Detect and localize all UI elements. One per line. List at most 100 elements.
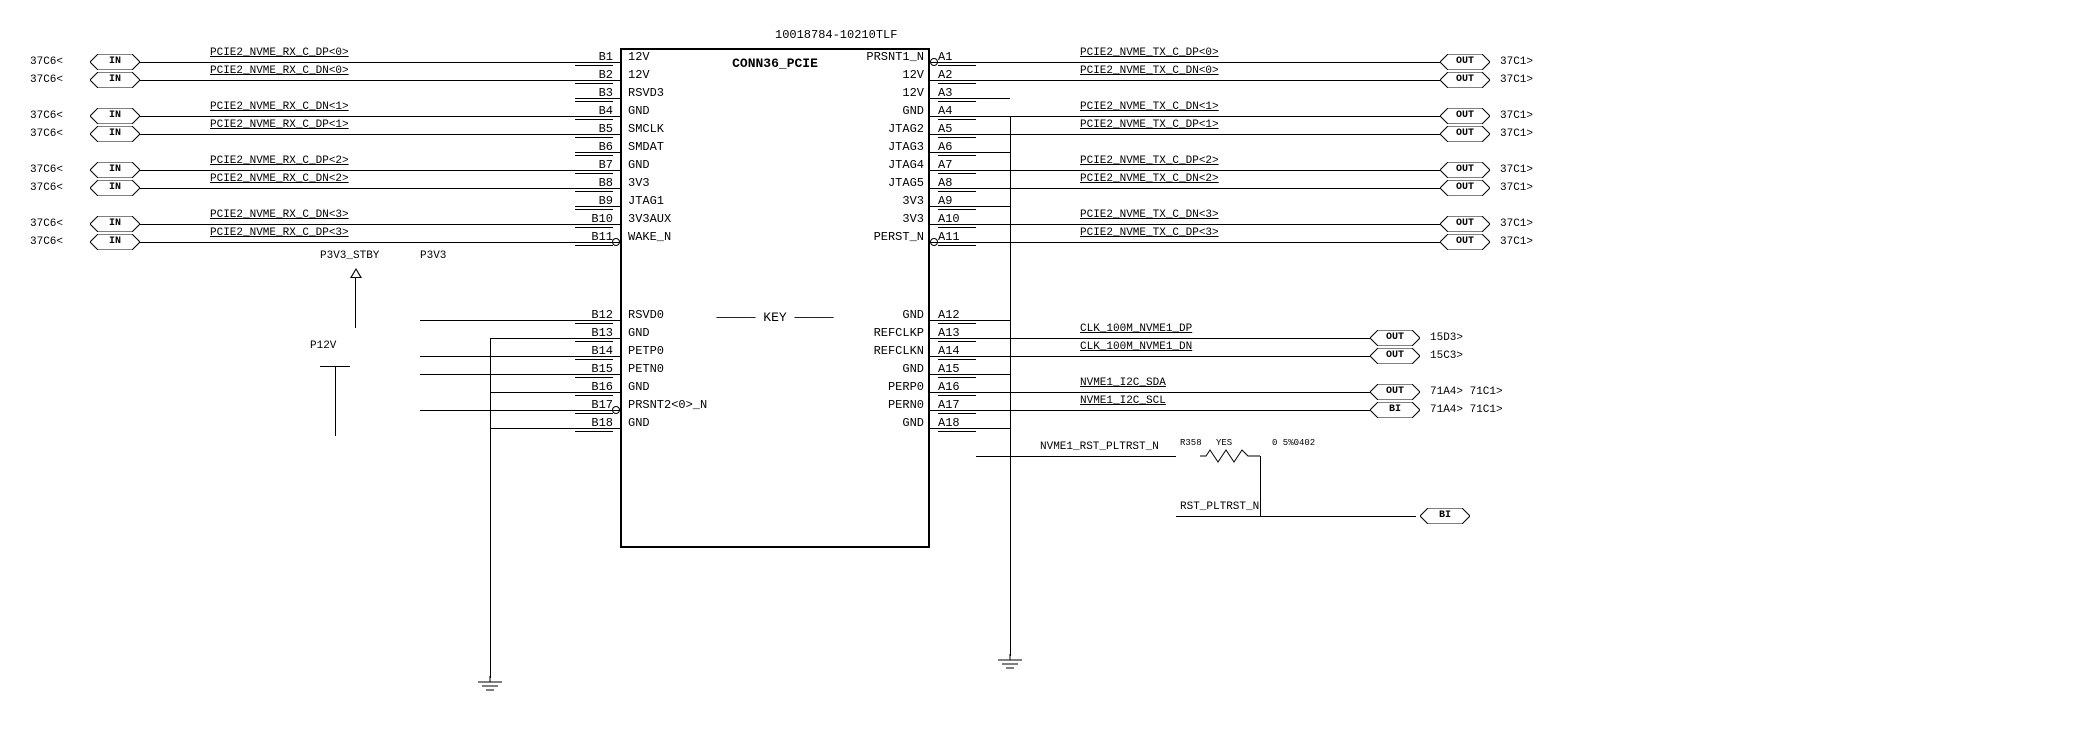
- wire: [976, 428, 1010, 429]
- pin-num-B1: B1: [575, 48, 613, 66]
- gnd-icon: [478, 676, 502, 700]
- wire: [930, 392, 976, 393]
- pin-num-B8: B8: [575, 174, 613, 192]
- wire: [355, 278, 356, 328]
- pin-name-B9: JTAG1: [628, 192, 664, 210]
- pin-name-A9: 3V3: [902, 192, 924, 210]
- pin-num-B7: B7: [575, 156, 613, 174]
- port-out: OUT: [1440, 180, 1490, 196]
- pin-name-A2: 12V: [902, 66, 924, 84]
- page-ref: 71A4> 71C1>: [1430, 402, 1520, 418]
- page-ref: 37C6<: [30, 162, 63, 178]
- pin-num-B17: B17: [575, 396, 613, 414]
- net-label: RST_PLTRST_N: [1180, 501, 1259, 711]
- port-in: IN: [90, 54, 140, 70]
- wire: [575, 98, 620, 99]
- wire: [575, 428, 620, 429]
- wire: [575, 116, 620, 117]
- page-ref: 37C6<: [30, 126, 63, 142]
- pin-name-B10: 3V3AUX: [628, 210, 671, 228]
- wire: [976, 320, 1010, 321]
- page-ref: 37C1>: [1500, 126, 1590, 142]
- wire: [976, 224, 1010, 225]
- page-ref: 37C6<: [30, 72, 63, 88]
- pin-name-A6: JTAG3: [888, 138, 924, 156]
- port-out: OUT: [1440, 162, 1490, 178]
- wire: [930, 134, 976, 135]
- port-bi: BI: [1420, 508, 1470, 524]
- port-out: OUT: [1440, 72, 1490, 88]
- wire: [930, 224, 976, 225]
- wire: [575, 134, 620, 135]
- net-label: NVME1_RST_PLTRST_N: [1040, 441, 1159, 711]
- port-out: OUT: [1440, 126, 1490, 142]
- page-ref: 37C1>: [1500, 180, 1590, 196]
- wire: [575, 242, 620, 243]
- pin-num-A11: A11: [938, 228, 976, 246]
- pin-name-A15: GND: [902, 360, 924, 378]
- port-in: IN: [90, 126, 140, 142]
- power-arrow-icon: [350, 268, 362, 278]
- pin-num-A9: A9: [938, 192, 976, 210]
- resistor-icon: [1200, 448, 1260, 468]
- wire: [976, 116, 1010, 117]
- pin-name-B13: GND: [628, 324, 650, 342]
- wire: [420, 374, 575, 375]
- wire: [575, 410, 620, 411]
- page-ref: 37C6<: [30, 108, 63, 124]
- pin-name-B17: PRSNT2<0>_N: [628, 396, 707, 414]
- page-ref: 71A4> 71C1>: [1430, 384, 1520, 400]
- pin-name-B18: GND: [628, 414, 650, 432]
- pin-num-B11: B11: [575, 228, 613, 246]
- page-ref: 37C1>: [1500, 108, 1590, 124]
- wire: [490, 338, 575, 339]
- pin-name-B6: SMDAT: [628, 138, 664, 156]
- pin-name-B2: 12V: [628, 66, 650, 84]
- pin-num-B13: B13: [575, 324, 613, 342]
- wire: [575, 152, 620, 153]
- pin-num-A8: A8: [938, 174, 976, 192]
- port-out: OUT: [1370, 330, 1420, 346]
- pwr-p3v3: P3V3: [420, 250, 446, 262]
- pin-num-A13: A13: [938, 324, 976, 342]
- pin-name-B15: PETN0: [628, 360, 664, 378]
- wire: [140, 188, 575, 189]
- res-val: 0 5%0402: [1272, 438, 1315, 448]
- page-ref: 37C1>: [1500, 72, 1590, 88]
- wire: [575, 374, 620, 375]
- wire: [420, 356, 575, 357]
- port-in: IN: [90, 162, 140, 178]
- pin-name-B12: RSVD0: [628, 306, 664, 324]
- page-ref: 37C1>: [1500, 54, 1590, 70]
- pin-name-A17: PERN0: [888, 396, 924, 414]
- pin-name-B7: GND: [628, 156, 650, 174]
- pin-num-A17: A17: [938, 396, 976, 414]
- wire: [420, 320, 575, 321]
- pin-name-B8: 3V3: [628, 174, 650, 192]
- port-out: OUT: [1440, 234, 1490, 250]
- net-label: PCIE2_NVME_RX_C_DP<3>: [210, 227, 349, 711]
- wire: [930, 170, 976, 171]
- pin-name-A14: REFCLKN: [874, 342, 924, 360]
- wire: [575, 338, 620, 339]
- pin-name-A16: PERP0: [888, 378, 924, 396]
- wire: [930, 410, 976, 411]
- part-number: 10018784-10210TLF: [775, 28, 897, 42]
- wire: [140, 242, 575, 243]
- port-out: OUT: [1440, 108, 1490, 124]
- wire: [976, 134, 1010, 135]
- pin-num-A12: A12: [938, 306, 976, 324]
- key-label: ————— KEY —————: [622, 310, 928, 325]
- pwr-p12v: P12V: [310, 340, 336, 352]
- pin-name-A13: REFCLKP: [874, 324, 924, 342]
- pin-name-A12: GND: [902, 306, 924, 324]
- pin-num-B10: B10: [575, 210, 613, 228]
- wire: [976, 80, 1010, 81]
- gnd-bus: [1010, 116, 1011, 656]
- wire: [335, 366, 336, 436]
- wire: [490, 428, 575, 429]
- wire: [575, 188, 620, 189]
- wire: [976, 242, 1010, 243]
- port-out: BI: [1370, 402, 1420, 418]
- pin-num-A3: A3: [938, 84, 976, 102]
